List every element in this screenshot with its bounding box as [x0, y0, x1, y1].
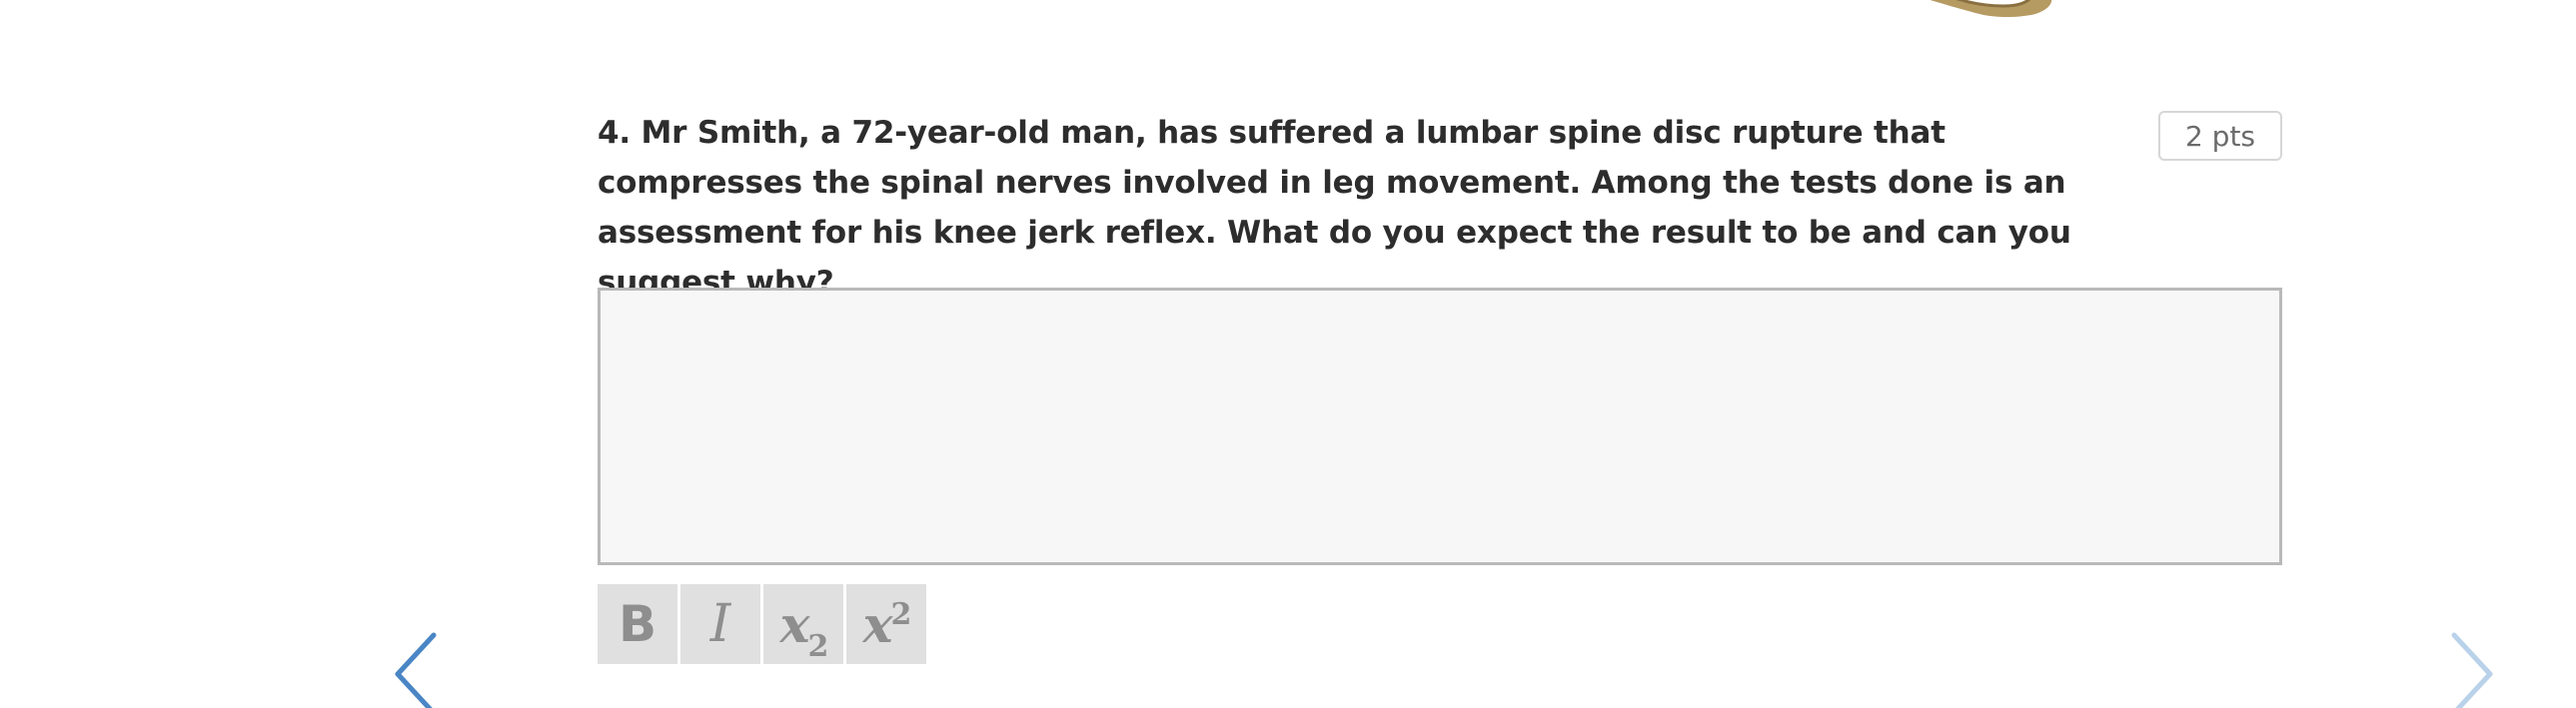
formatting-toolbar: B I x2 x2: [598, 584, 926, 664]
italic-button[interactable]: I: [680, 584, 760, 664]
question-block: 4. Mr Smith, a 72-year-old man, has suff…: [598, 108, 2286, 308]
previous-question-button[interactable]: [390, 629, 450, 708]
italic-icon: I: [709, 594, 731, 654]
subscript-index: 2: [807, 628, 828, 664]
subscript-icon: x2: [779, 594, 829, 664]
bold-button[interactable]: B: [598, 584, 677, 664]
answer-textarea[interactable]: [598, 288, 2282, 565]
partial-illustration: [1930, 0, 2052, 17]
chevron-right-icon: [2451, 632, 2493, 708]
quiz-page: 4. Mr Smith, a 72-year-old man, has suff…: [0, 0, 2576, 708]
subscript-button[interactable]: x2: [763, 584, 843, 664]
next-question-button[interactable]: [2438, 629, 2498, 708]
superscript-icon: x2: [862, 594, 912, 654]
chevron-left-icon: [395, 632, 437, 708]
question-text: 4. Mr Smith, a 72-year-old man, has suff…: [598, 115, 2071, 301]
superscript-index: 2: [890, 596, 911, 632]
points-badge: 2 pts: [2158, 111, 2282, 161]
bold-icon: B: [618, 595, 657, 653]
superscript-button[interactable]: x2: [846, 584, 926, 664]
superscript-base: x: [862, 594, 893, 654]
subscript-base: x: [779, 594, 810, 654]
